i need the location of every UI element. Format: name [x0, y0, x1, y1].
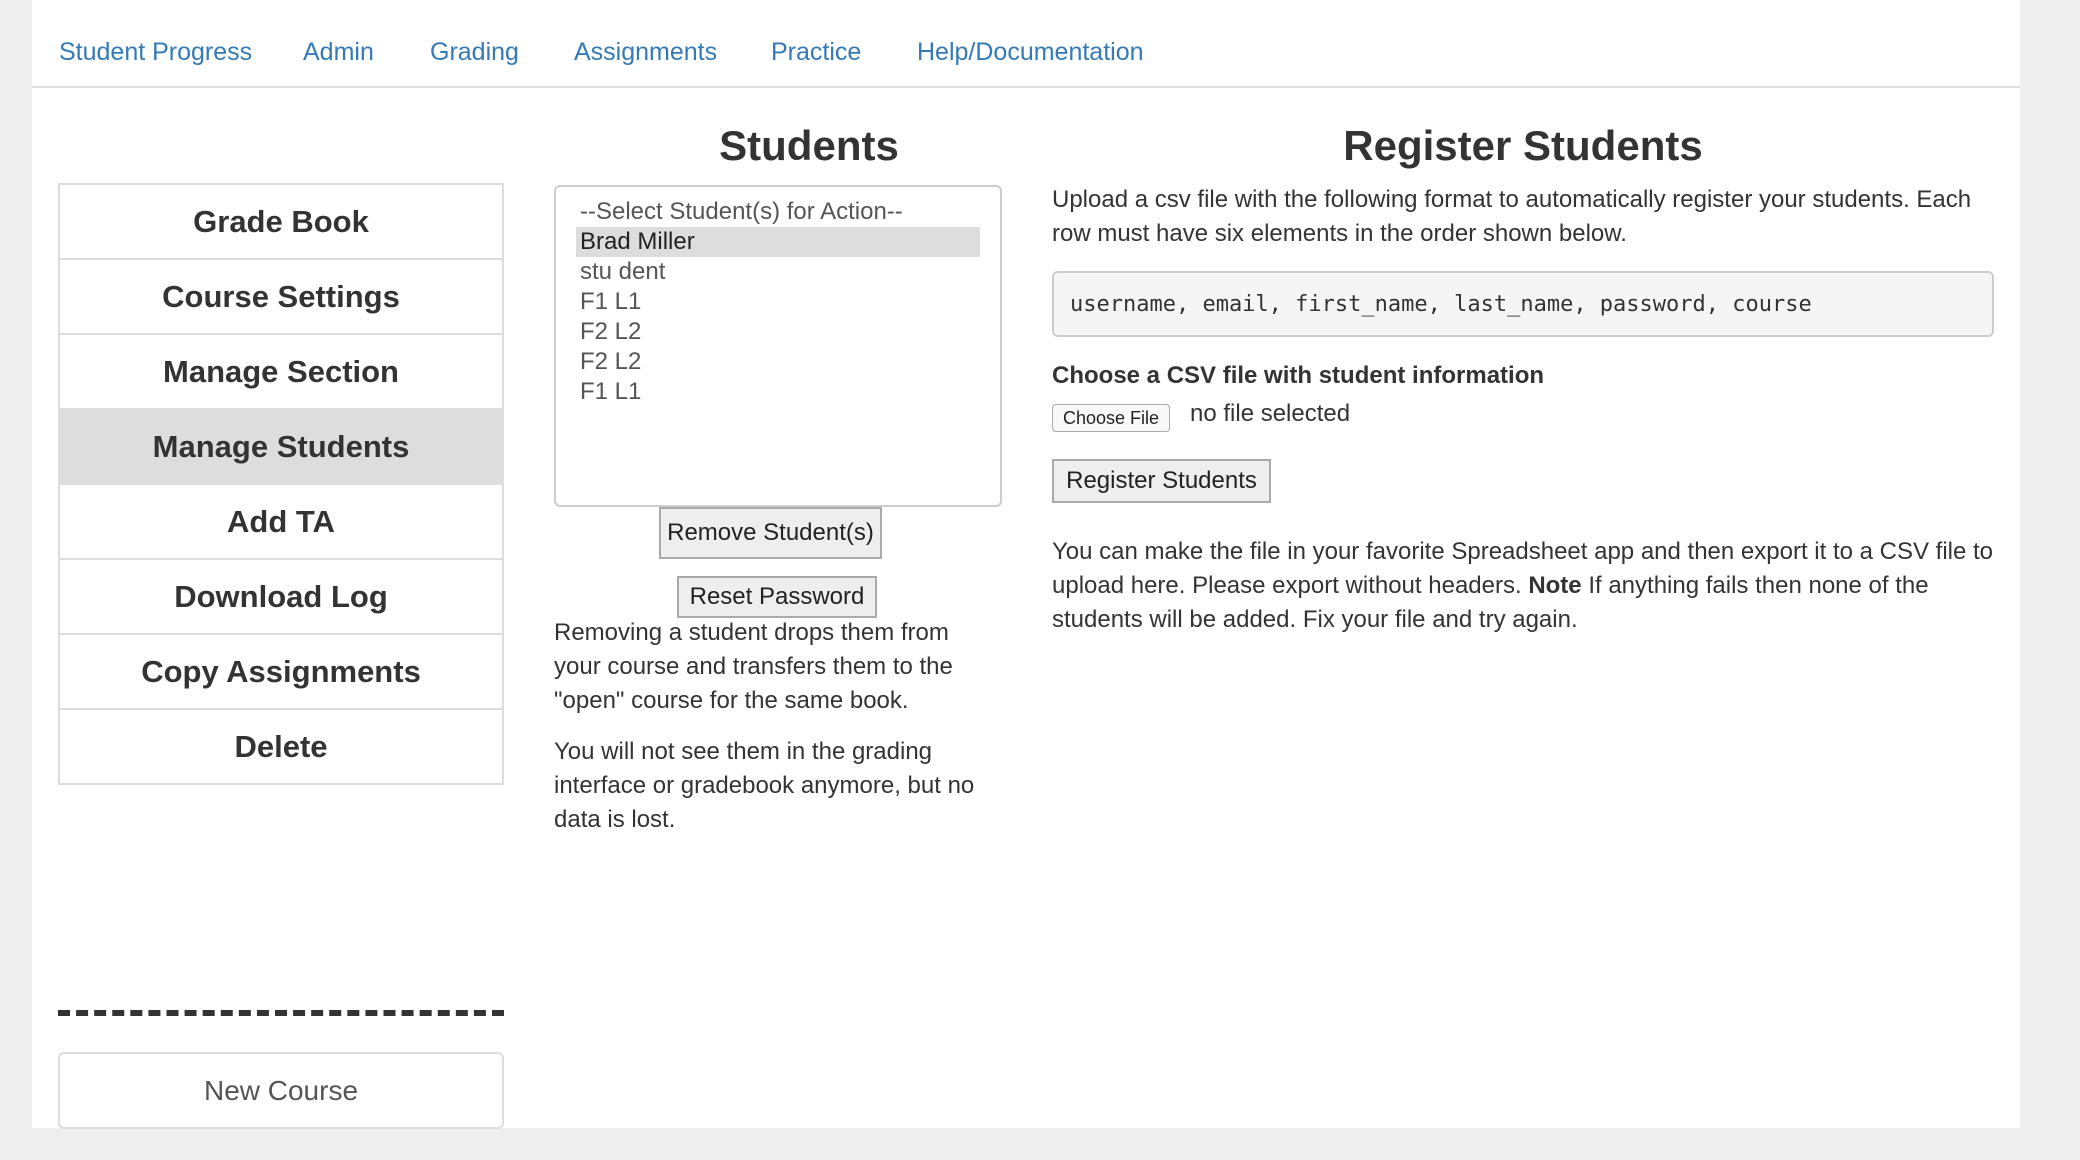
sidebar-item-download-log[interactable]: Download Log	[58, 558, 504, 635]
csv-file-label: Choose a CSV file with student informati…	[1052, 362, 1545, 389]
sidebar-item-manage-section[interactable]: Manage Section	[58, 333, 504, 410]
sidebar-item-grade-book[interactable]: Grade Book	[58, 183, 504, 260]
student-select-list[interactable]: --Select Student(s) for Action-- Brad Mi…	[554, 185, 1002, 507]
new-course-button[interactable]: New Course	[58, 1052, 504, 1129]
register-intro-text: Upload a csv file with the following for…	[1052, 186, 1972, 247]
student-option[interactable]: F2 L2	[576, 347, 980, 377]
student-option-placeholder[interactable]: --Select Student(s) for Action--	[576, 197, 980, 227]
nav-practice[interactable]: Practice	[771, 38, 861, 67]
nav-student-progress[interactable]: Student Progress	[59, 38, 252, 67]
remove-student-note: Removing a student drops them from your …	[554, 619, 953, 714]
student-option[interactable]: F2 L2	[576, 317, 980, 347]
sidebar-item-add-ta[interactable]: Add TA	[58, 483, 504, 560]
sidebar-item-course-settings[interactable]: Course Settings	[58, 258, 504, 335]
nav-assignments[interactable]: Assignments	[574, 38, 717, 67]
sidebar-item-manage-students[interactable]: Manage Students	[58, 408, 504, 485]
sidebar-item-copy-assignments[interactable]: Copy Assignments	[58, 633, 504, 710]
nav-grading[interactable]: Grading	[430, 38, 519, 67]
student-option[interactable]: F1 L1	[576, 377, 980, 407]
student-option[interactable]: F1 L1	[576, 287, 980, 317]
sidebar-item-delete[interactable]: Delete	[58, 708, 504, 785]
top-nav: Student Progress Admin Grading Assignmen…	[32, 0, 2020, 88]
csv-format-example: username, email, first_name, last_name, …	[1052, 271, 1994, 337]
choose-file-button[interactable]: Choose File	[1052, 404, 1171, 432]
remove-student-note-2: You will not see them in the grading int…	[554, 738, 975, 833]
student-option[interactable]: stu dent	[576, 257, 980, 287]
file-status-text: no file selected	[1190, 400, 1351, 427]
page: Student Progress Admin Grading Assignmen…	[32, 0, 2020, 1129]
reset-password-button[interactable]: Reset Password	[677, 576, 877, 618]
register-help-note-label: Note	[1528, 572, 1582, 599]
remove-students-button[interactable]: Remove Student(s)	[659, 507, 882, 559]
sidebar-divider	[58, 1010, 504, 1016]
students-title: Students	[719, 122, 899, 169]
sidebar-menu: Grade Book Course Settings Manage Sectio…	[58, 183, 504, 785]
register-students-title: Register Students	[1343, 122, 1703, 169]
nav-admin[interactable]: Admin	[303, 38, 374, 67]
nav-help-documentation[interactable]: Help/Documentation	[917, 38, 1144, 67]
register-students-button[interactable]: Register Students	[1052, 459, 1271, 503]
register-help-text: You can make the file in your favorite S…	[1052, 535, 2002, 637]
student-option[interactable]: Brad Miller	[576, 227, 980, 257]
